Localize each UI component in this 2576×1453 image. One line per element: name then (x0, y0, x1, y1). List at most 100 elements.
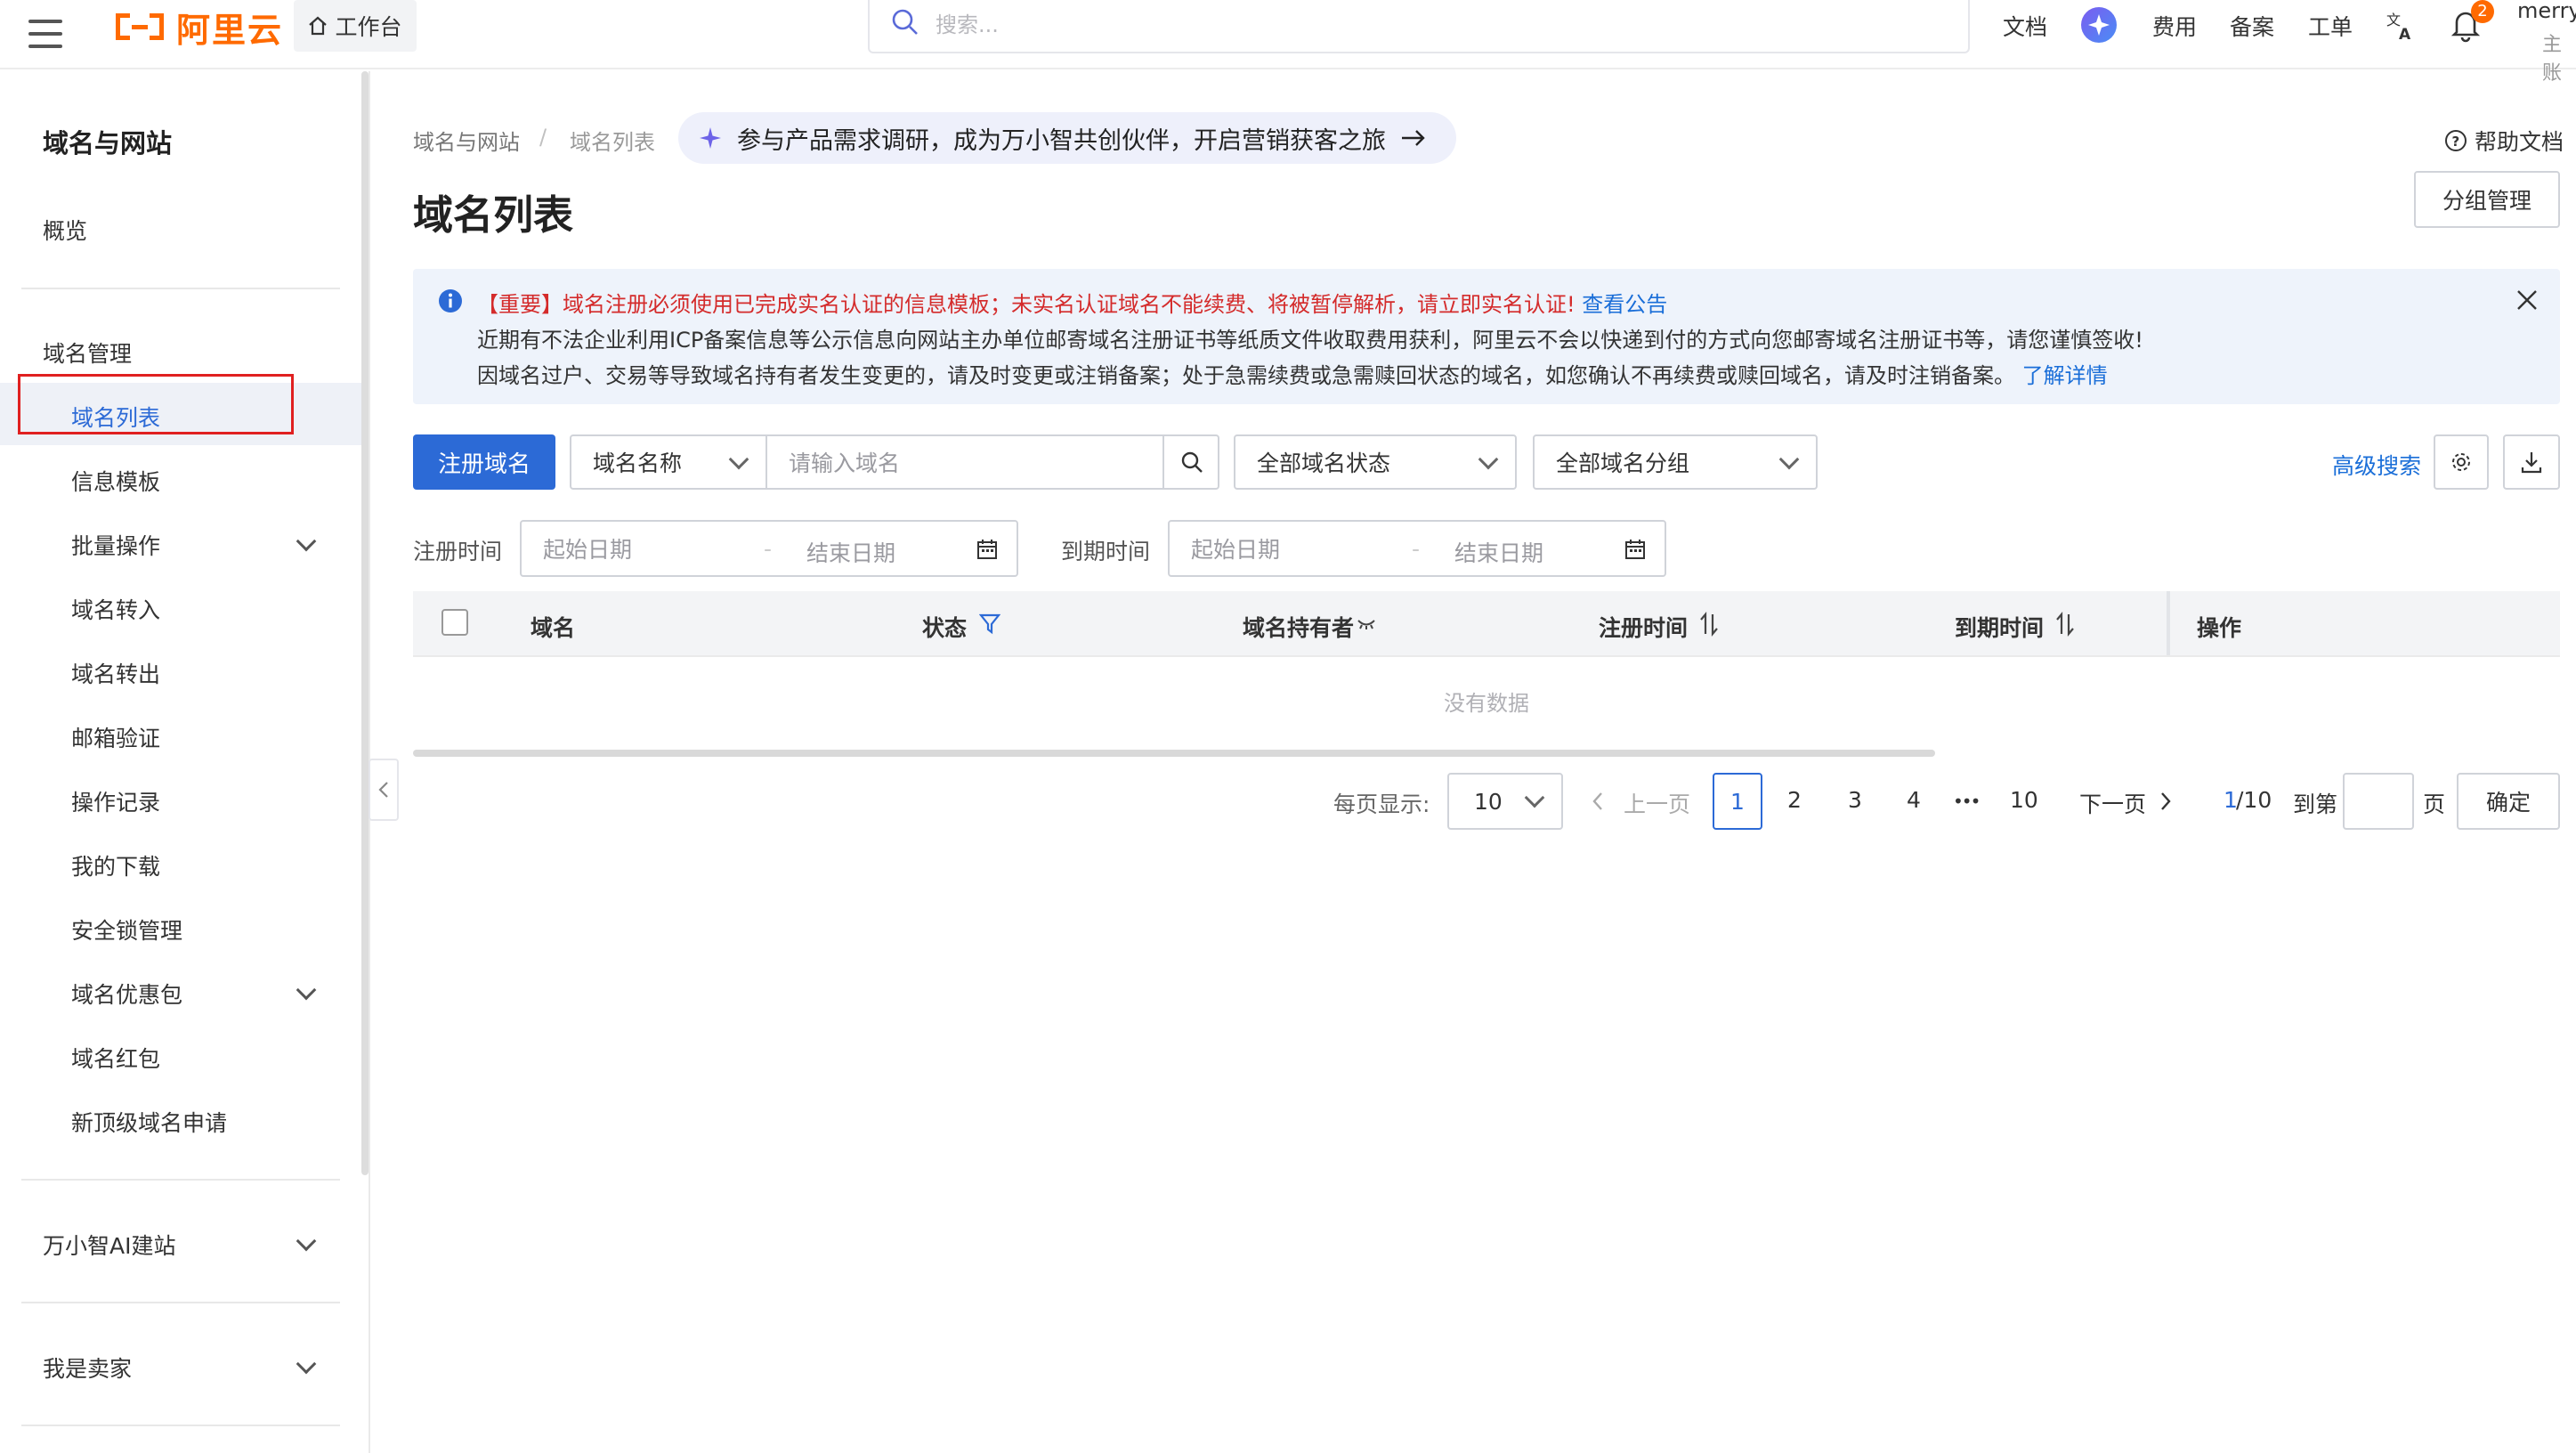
sidebar-group-seller[interactable]: 我是卖家 (43, 1352, 132, 1384)
per-page-label: 每页显示: (1333, 791, 1430, 817)
domain-group-value: 全部域名分组 (1556, 451, 1690, 476)
nav-docs[interactable]: 文档 (2003, 0, 2047, 52)
promo-banner[interactable]: 参与产品需求调研，成为万小智共创伙伴，开启营销获客之旅 (678, 112, 1456, 164)
reg-date-range-picker[interactable]: 起始日期 - 结束日期 (520, 520, 1018, 577)
sidebar-title: 域名与网站 (43, 128, 173, 158)
filter-icon[interactable] (979, 613, 1000, 636)
notice-details-link[interactable]: 了解详情 (2022, 363, 2108, 388)
reg-end-date-placeholder[interactable]: 结束日期 (806, 536, 895, 568)
chevron-right-icon[interactable] (2158, 791, 2174, 812)
exp-end-date-placeholder[interactable]: 结束日期 (1454, 536, 1543, 568)
date-range-separator: - (764, 536, 773, 562)
sidebar-divider (21, 1302, 340, 1303)
page-3-button[interactable]: 3 (1848, 787, 1862, 813)
goto-page-input[interactable] (2343, 773, 2414, 830)
settings-button[interactable] (2434, 434, 2489, 490)
nav-billing[interactable]: 费用 (2152, 0, 2197, 52)
exp-start-date-placeholder[interactable]: 起始日期 (1191, 532, 1280, 564)
download-button[interactable] (2503, 434, 2560, 490)
domain-group-select[interactable]: 全部域名分组 (1533, 434, 1818, 490)
eye-closed-icon[interactable] (1357, 618, 1376, 630)
help-icon: ? (2445, 130, 2467, 151)
date-range-separator: - (1412, 536, 1421, 562)
goto-confirm-button[interactable]: 确定 (2457, 773, 2560, 830)
page-10-button[interactable]: 10 (2010, 787, 2038, 813)
notice-announcement-link[interactable]: 查看公告 (1582, 292, 1667, 317)
domain-status-select[interactable]: 全部域名状态 (1234, 434, 1517, 490)
advanced-search-link[interactable]: 高级搜索 (2332, 449, 2421, 481)
chevron-down-icon (1524, 787, 1545, 808)
sidebar-item-new-gtld[interactable]: 新顶级域名申请 (71, 1106, 227, 1138)
gear-icon (2452, 453, 2470, 471)
info-icon (439, 289, 462, 313)
sidebar-item-my-downloads[interactable]: 我的下载 (71, 849, 160, 881)
close-icon[interactable] (2515, 288, 2539, 312)
column-expiration-time: 到期时间 (1955, 615, 2045, 641)
nav-tickets[interactable]: 工单 (2308, 0, 2353, 52)
sidebar-group-ai-site[interactable]: 万小智AI建站 (43, 1229, 175, 1261)
svg-text:?: ? (2452, 134, 2460, 150)
workbench-button[interactable]: 工作台 (294, 0, 417, 52)
sidebar-item-security-lock[interactable]: 安全锁管理 (71, 913, 182, 946)
sidebar-item-transfer-in[interactable]: 域名转入 (71, 593, 160, 625)
ai-assistant-icon[interactable] (2081, 7, 2117, 43)
next-page-button[interactable]: 下一页 (2079, 787, 2146, 819)
sort-icon[interactable] (2054, 611, 2076, 637)
annotation-highlight-box (18, 374, 294, 434)
arrow-right-icon (1402, 130, 1425, 146)
pagination-ellipsis[interactable]: ••• (1953, 791, 1981, 812)
exp-date-range-picker[interactable]: 起始日期 - 结束日期 (1168, 520, 1666, 577)
page-1-button[interactable]: 1 (1713, 773, 1762, 830)
sidebar-item-info-template[interactable]: 信息模板 (71, 465, 160, 497)
help-docs-label: 帮助文档 (2475, 129, 2564, 155)
sidebar-item-batch-operations[interactable]: 批量操作 (71, 529, 160, 561)
calendar-icon (977, 540, 997, 559)
user-role: 主账 (2542, 34, 2563, 85)
reg-start-date-placeholder[interactable]: 起始日期 (543, 532, 632, 564)
search-field-type-select[interactable]: 域名名称 (570, 434, 767, 490)
search-placeholder: 搜索... (936, 12, 999, 37)
table-border (413, 655, 2560, 657)
search-icon (1181, 451, 1203, 473)
group-manage-button[interactable]: 分组管理 (2414, 171, 2560, 228)
nav-filing[interactable]: 备案 (2230, 0, 2274, 52)
calendar-icon (1625, 540, 1645, 559)
domain-search-input[interactable]: 请输入域名 (766, 434, 1164, 490)
global-search[interactable]: 搜索... (868, 0, 1970, 53)
sidebar-item-domain-coupons[interactable]: 域名红包 (71, 1042, 160, 1074)
notice-banner: 【重要】域名注册必须使用已完成实名认证的信息模板；未实名认证域名不能续费、将被暂… (413, 269, 2560, 404)
sidebar-item-operation-log[interactable]: 操作记录 (71, 785, 160, 817)
language-icon[interactable]: 文 A (2386, 11, 2416, 45)
page-4-button[interactable]: 4 (1907, 787, 1921, 813)
help-docs-link[interactable]: ? 帮助文档 (2444, 125, 2564, 157)
sidebar-item-transfer-out[interactable]: 域名转出 (71, 657, 160, 689)
prev-page-button[interactable]: 上一页 (1624, 787, 1690, 819)
per-page-select[interactable]: 10 (1447, 773, 1563, 830)
column-domain: 域名 (531, 615, 576, 641)
svg-text:A: A (2399, 26, 2411, 41)
column-actions: 操作 (2197, 615, 2242, 641)
search-icon (892, 9, 918, 35)
aliyun-logo[interactable]: 阿里云 (112, 7, 283, 50)
sidebar-item-domain-packages[interactable]: 域名优惠包 (71, 978, 182, 1010)
table-header: 域名 状态 域名持有者 注册时间 到期时间 操作 (413, 591, 2560, 655)
domain-search-button[interactable] (1162, 434, 1219, 490)
sidebar-divider (21, 288, 340, 289)
user-name[interactable]: merry (2517, 0, 2576, 23)
sidebar-item-overview[interactable]: 概览 (43, 214, 87, 246)
page-2-button[interactable]: 2 (1787, 787, 1802, 813)
workbench-label: 工作台 (335, 14, 402, 40)
breadcrumb-parent[interactable]: 域名与网站 (413, 125, 520, 156)
sidebar-scrollbar[interactable] (361, 71, 369, 1175)
register-domain-button[interactable]: 注册域名 (413, 434, 555, 490)
sort-icon[interactable] (1698, 611, 1720, 637)
select-all-checkbox[interactable] (441, 609, 468, 636)
table-horizontal-scrollbar[interactable] (413, 750, 1935, 757)
column-divider (2167, 591, 2170, 655)
sidebar-item-email-verify[interactable]: 邮箱验证 (71, 721, 160, 753)
chevron-down-icon (1778, 449, 1800, 470)
menu-icon[interactable] (23, 9, 66, 59)
sidebar-collapse-button[interactable] (369, 759, 399, 821)
sidebar-section-domain-management[interactable]: 域名管理 (43, 337, 132, 369)
notice-text-fraud: 近期有不法企业利用ICP备案信息等公示信息向网站主办单位邮寄域名注册证书等纸质文… (477, 328, 2143, 353)
